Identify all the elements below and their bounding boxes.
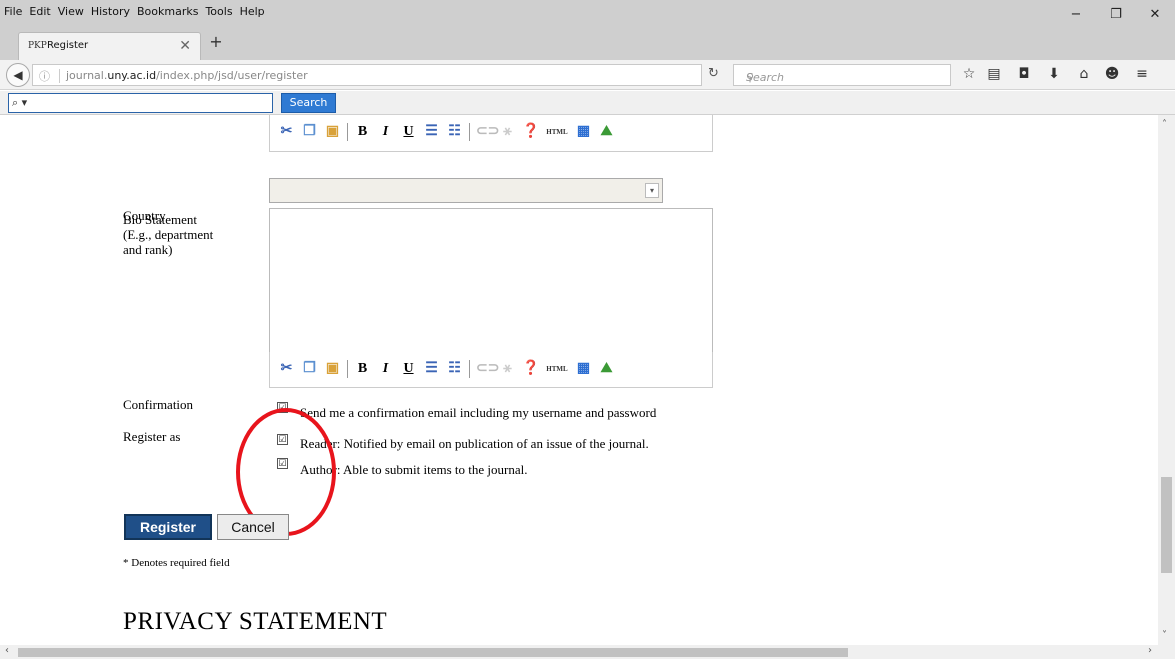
url-text: journal.uny.ac.id/index.php/jsd/user/reg…: [66, 69, 308, 82]
pocket-icon[interactable]: ◘: [1015, 66, 1033, 82]
bullet-list-icon[interactable]: ☰: [423, 359, 440, 379]
numbered-list-icon[interactable]: ☷: [446, 359, 463, 379]
bold-icon[interactable]: B: [354, 122, 371, 142]
menu-file[interactable]: File: [4, 5, 22, 18]
horizontal-scrollbar[interactable]: ‹ ›: [0, 645, 1175, 659]
help-icon[interactable]: ❓: [522, 122, 539, 142]
menu-help[interactable]: Help: [240, 5, 265, 18]
confirmation-text: Send me a confirmation email including m…: [300, 405, 657, 420]
menu-view[interactable]: View: [58, 5, 84, 18]
html-icon[interactable]: HTML: [545, 122, 569, 142]
scroll-right-icon[interactable]: ›: [1148, 645, 1152, 656]
editor-toolbar-bio: ✂ ❐ ▣ B I U ☰ ☷ ⊂⊃ ⚹ ❓ HTML ▦ ⛰: [269, 352, 713, 388]
country-select[interactable]: ▾: [269, 178, 663, 203]
cut-icon[interactable]: ✂: [278, 122, 295, 142]
arrow-left-icon: ◀: [13, 68, 23, 82]
new-tab-button[interactable]: +: [206, 30, 226, 54]
tab-strip: PKP Register ✕: [0, 30, 1175, 60]
italic-icon[interactable]: I: [377, 122, 394, 142]
tab-close-icon[interactable]: ✕: [179, 38, 191, 54]
menu-tools[interactable]: Tools: [205, 5, 232, 18]
register-as-label: Register as: [123, 429, 181, 444]
underline-icon[interactable]: U: [400, 359, 417, 379]
scroll-down-icon[interactable]: ˅: [1162, 630, 1167, 641]
bio-statement-textarea[interactable]: [269, 208, 713, 360]
search-input[interactable]: ⚲ Search: [733, 64, 951, 86]
horizontal-scroll-thumb[interactable]: [18, 648, 848, 657]
back-button[interactable]: ◀: [6, 63, 30, 87]
download-icon[interactable]: ⬇: [1045, 66, 1063, 82]
bold-icon[interactable]: B: [354, 359, 371, 379]
account-icon[interactable]: ☻: [1103, 66, 1121, 82]
editor-toolbar-top: ✂ ❐ ▣ B I U ☰ ☷ ⊂⊃ ⚹ ❓ HTML ▦ ⛰: [269, 115, 713, 152]
privacy-heading: PRIVACY STATEMENT: [123, 608, 388, 635]
restore-button[interactable]: ❐: [1102, 4, 1130, 26]
bookmark-star-icon[interactable]: ☆: [960, 66, 978, 82]
favicon-icon: PKP: [28, 41, 47, 51]
scroll-left-icon[interactable]: ‹: [5, 645, 9, 656]
vertical-scrollbar[interactable]: ˄ ˅: [1158, 115, 1175, 648]
scroll-up-icon[interactable]: ˄: [1162, 119, 1167, 130]
menu-bar: File Edit View History Bookmarks Tools H…: [0, 0, 1175, 30]
menu-edit[interactable]: Edit: [29, 5, 50, 18]
toolbar-search-input[interactable]: ⌕ ▾: [8, 93, 273, 113]
cut-icon[interactable]: ✂: [278, 359, 295, 379]
bullet-list-icon[interactable]: ☰: [423, 122, 440, 142]
cancel-button[interactable]: Cancel: [217, 514, 289, 540]
image-icon[interactable]: ⛰: [598, 359, 615, 379]
page-content: ✂ ❐ ▣ B I U ☰ ☷ ⊂⊃ ⚹ ❓ HTML ▦ ⛰ Country …: [0, 115, 1158, 648]
hamburger-menu-icon[interactable]: ≡: [1133, 66, 1151, 82]
copy-icon[interactable]: ❐: [301, 122, 318, 142]
paste-icon[interactable]: ▣: [324, 359, 341, 379]
reader-text: Reader: Notified by email on publication…: [300, 436, 649, 451]
reload-icon[interactable]: ↻: [708, 66, 719, 81]
tab-register[interactable]: PKP Register ✕: [18, 32, 201, 60]
minimize-button[interactable]: −: [1062, 4, 1090, 26]
url-divider: [59, 69, 60, 83]
image-icon[interactable]: ⛰: [598, 122, 615, 142]
italic-icon[interactable]: I: [377, 359, 394, 379]
register-button[interactable]: Register: [124, 514, 212, 540]
underline-icon[interactable]: U: [400, 122, 417, 142]
menu-items: File Edit View History Bookmarks Tools H…: [4, 5, 265, 18]
info-icon[interactable]: ⓘ: [39, 68, 50, 84]
reading-list-icon[interactable]: ▤: [985, 66, 1003, 82]
numbered-list-icon[interactable]: ☷: [446, 122, 463, 142]
menu-bookmarks[interactable]: Bookmarks: [137, 5, 198, 18]
link-icon[interactable]: ⊂⊃: [476, 122, 499, 142]
vertical-scroll-thumb[interactable]: [1161, 477, 1172, 573]
help-icon[interactable]: ❓: [522, 359, 539, 379]
fullscreen-icon[interactable]: ▦: [575, 122, 592, 142]
html-icon[interactable]: HTML: [545, 359, 569, 379]
search-toolbar: ⌕ ▾ Search: [0, 91, 1175, 115]
url-bar[interactable]: ⓘ journal.uny.ac.id/index.php/jsd/user/r…: [32, 64, 702, 86]
paste-icon[interactable]: ▣: [324, 122, 341, 142]
chevron-down-icon: ▾: [645, 183, 659, 198]
toolbar-search-button[interactable]: Search: [281, 93, 336, 113]
copy-icon[interactable]: ❐: [301, 359, 318, 379]
required-field-note: * Denotes required field: [123, 557, 230, 569]
confirmation-label: Confirmation: [123, 397, 194, 412]
close-window-button[interactable]: ✕: [1141, 4, 1169, 26]
tab-title: Register: [47, 40, 89, 51]
unlink-icon[interactable]: ⚹: [499, 122, 516, 142]
menu-history[interactable]: History: [91, 5, 130, 18]
unlink-icon[interactable]: ⚹: [499, 359, 516, 379]
home-icon[interactable]: ⌂: [1075, 66, 1093, 82]
bio-label: Bio Statement (E.g., department and rank…: [123, 212, 214, 257]
fullscreen-icon[interactable]: ▦: [575, 359, 592, 379]
link-icon[interactable]: ⊂⊃: [476, 359, 499, 379]
